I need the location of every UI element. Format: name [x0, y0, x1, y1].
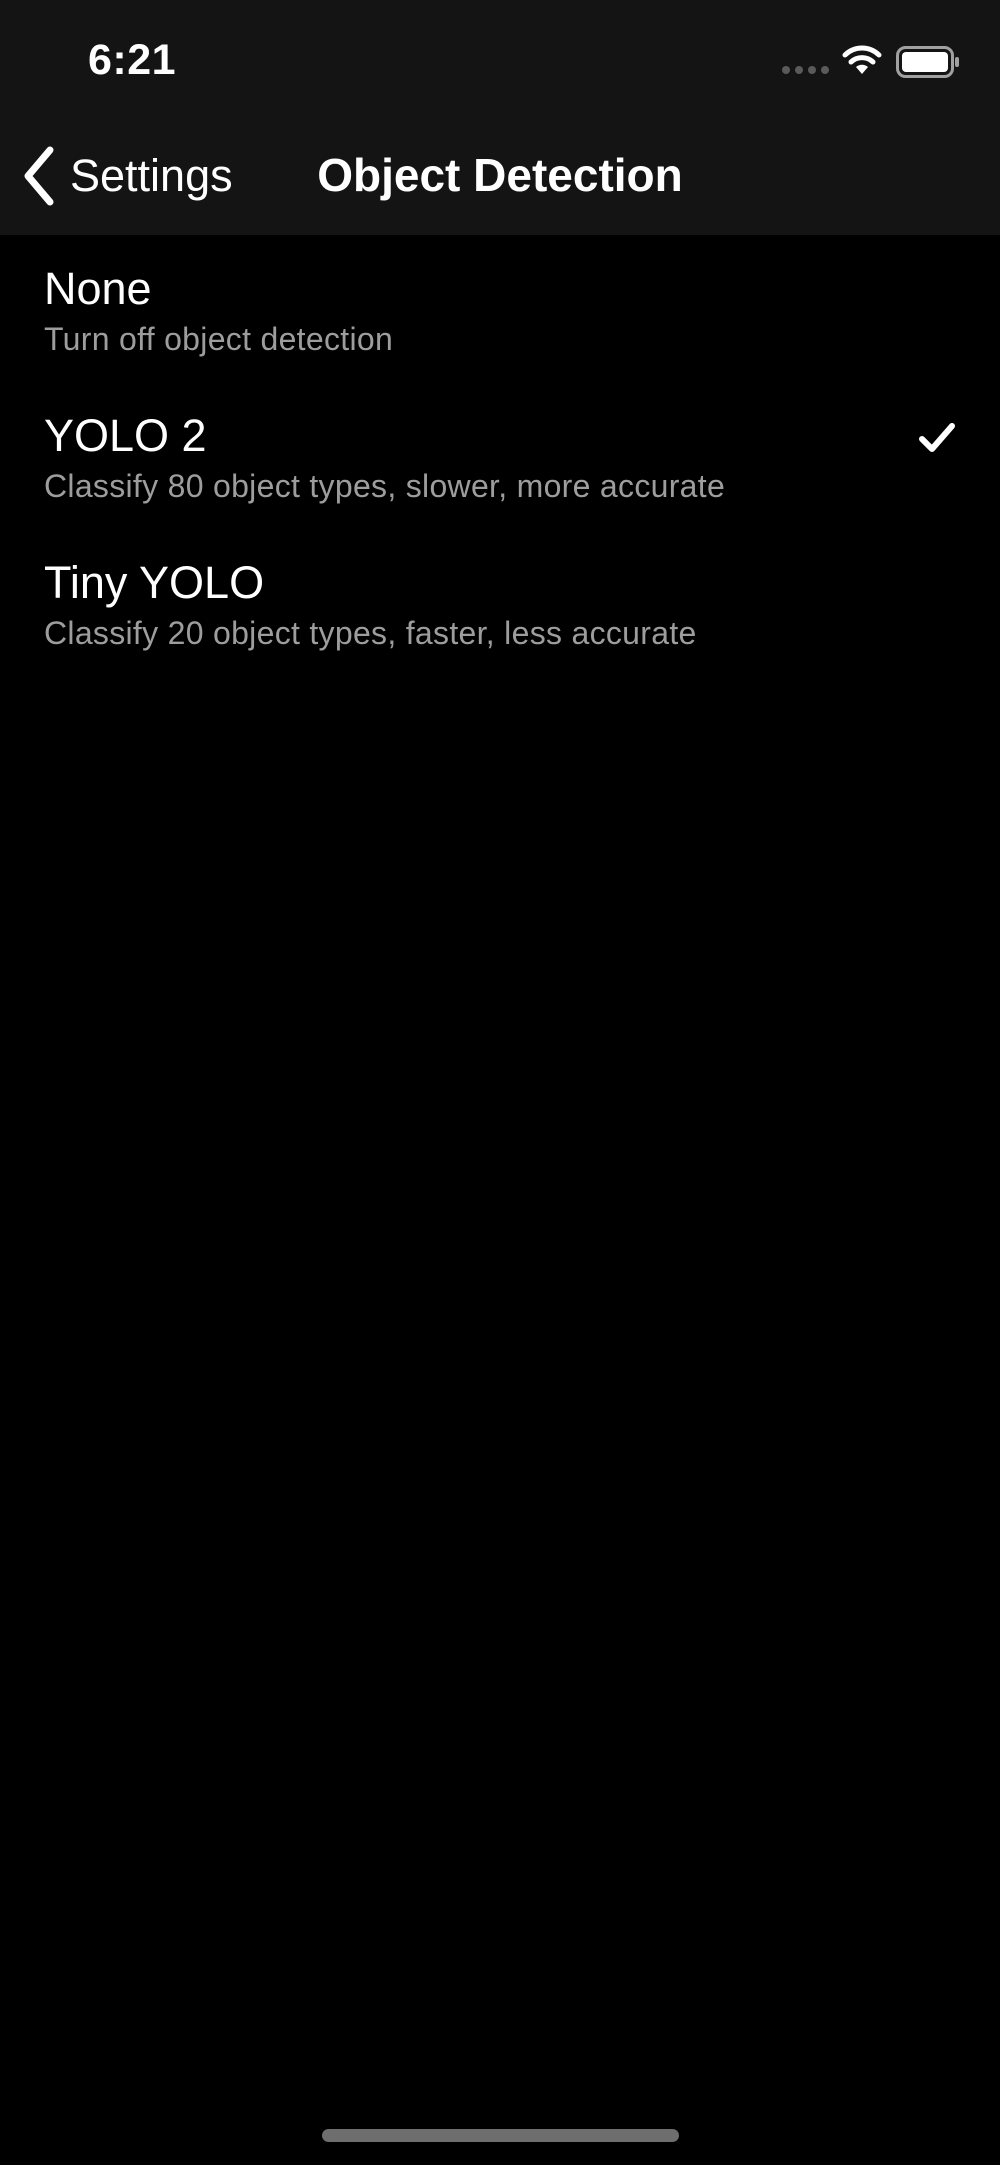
option-subtitle: Classify 80 object types, slower, more a…: [44, 468, 726, 504]
option-title: None: [44, 263, 152, 314]
option-tiny-yolo[interactable]: Tiny YOLO Classify 20 object types, fast…: [0, 529, 1000, 676]
checkmark-icon: [919, 423, 955, 452]
option-title: Tiny YOLO: [44, 557, 265, 608]
top-bar: 6:21 Settings Object Detection: [0, 0, 1000, 235]
option-subtitle: Turn off object detection: [44, 321, 394, 357]
page-title-text: Object Detection: [317, 149, 683, 201]
page-title: Object Detection: [0, 148, 1000, 202]
screen: 6:21 Settings Object Detection None Turn…: [0, 0, 1000, 2165]
home-indicator[interactable]: [322, 2129, 679, 2142]
option-subtitle: Classify 20 object types, faster, less a…: [44, 615, 697, 651]
option-yolo-2[interactable]: YOLO 2 Classify 80 object types, slower,…: [0, 382, 1000, 529]
options-list: None Turn off object detection YOLO 2 Cl…: [0, 235, 1000, 676]
status-time: 6:21: [88, 36, 177, 84]
signal-dots-icon: [782, 66, 830, 76]
option-none[interactable]: None Turn off object detection: [0, 235, 1000, 382]
option-title: YOLO 2: [44, 410, 207, 461]
wifi-icon: [842, 45, 882, 74]
battery-icon: [896, 46, 959, 78]
